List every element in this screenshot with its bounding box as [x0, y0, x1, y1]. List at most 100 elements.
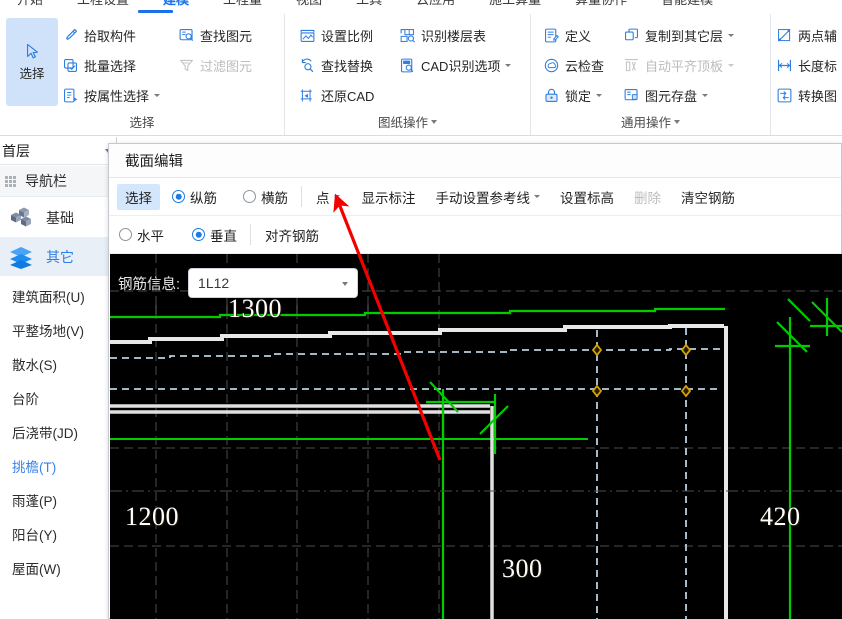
length-dimension-icon	[777, 59, 792, 71]
manual-reference-line-button[interactable]: 手动设置参考线	[429, 184, 548, 210]
chevron-down-icon	[534, 195, 540, 198]
navigation-bar-label: 导航栏	[25, 173, 67, 189]
ribbon-item-define[interactable]: 定义	[543, 22, 591, 48]
ribbon-item-pick-component[interactable]: 拾取构件	[62, 22, 136, 48]
copy-to-layer-icon	[624, 28, 639, 40]
ribbon-item-label: 自动平齐顶板	[645, 58, 724, 74]
ribbon-item-label: 过滤图元	[200, 58, 253, 74]
ribbon-tab[interactable]: 视图	[279, 0, 339, 11]
radio-label: 横筋	[261, 190, 288, 206]
ribbon-tab[interactable]: 工具	[339, 0, 399, 11]
sidebar-item-1[interactable]: 建筑面积(U)	[0, 279, 117, 313]
select-tool-button[interactable]: 选择	[6, 18, 58, 106]
floor-selector-dropdown[interactable]: 首层	[0, 137, 117, 165]
align-rebar-button[interactable]: 对齐钢筋	[258, 222, 326, 248]
ribbon-item-find-element[interactable]: 查找图元	[178, 22, 252, 48]
sidebar-item-5[interactable]: 后浇带(JD)	[0, 415, 117, 449]
dimension-label: 1200	[125, 502, 179, 531]
ribbon-tab[interactable]: 工程量	[206, 0, 279, 11]
toolbar-divider	[301, 186, 302, 207]
set-elevation-button[interactable]: 设置标高	[553, 184, 621, 210]
ribbon-group-title-text: 通用操作	[620, 116, 671, 130]
ribbon-tab[interactable]: 算量协作	[558, 0, 644, 11]
ribbon-tab[interactable]: 工程设置	[60, 0, 146, 11]
show-annotation-label: 显示标注	[361, 190, 416, 206]
dialog-title-text: 截面编辑	[125, 154, 183, 170]
ribbon-tab-strip: 开始工程设置建模工程量视图工具云应用施工算量算量协作智能建模	[0, 0, 842, 14]
radio-transverse-rebar[interactable]: 横筋	[237, 184, 294, 210]
point-tool-button[interactable]: 点	[309, 184, 347, 210]
radio-longitudinal-rebar[interactable]: 纵筋	[166, 184, 223, 210]
recognize-floor-table-icon	[400, 28, 415, 42]
chevron-down-icon	[728, 33, 735, 37]
sidebar-item-8[interactable]: 阳台(Y)	[0, 517, 117, 551]
ribbon-item-convert-element[interactable]: 转换图	[776, 82, 837, 108]
property-select-icon	[63, 88, 78, 102]
radio-dot-icon	[192, 228, 205, 241]
ribbon-group-title[interactable]: 图纸操作	[285, 112, 530, 131]
ribbon-item-find-replace[interactable]: 查找替换	[299, 52, 373, 78]
rebar-info-value: 1L12	[198, 275, 230, 291]
show-annotation-button[interactable]: 显示标注	[355, 184, 423, 210]
eyedropper-icon	[66, 28, 78, 40]
align-rebar-label: 对齐钢筋	[265, 228, 319, 244]
ribbon-item-cad-recognize-options[interactable]: CAD识别选项	[399, 52, 512, 78]
sidebar-item-2[interactable]: 平整场地(V)	[0, 313, 117, 347]
chevron-down-icon	[342, 282, 349, 286]
ribbon-item-save-element[interactable]: 图元存盘	[623, 82, 709, 108]
ribbon-item-restore-cad[interactable]: 还原CAD	[299, 82, 374, 108]
rebar-info-dropdown[interactable]: 1L12	[188, 268, 359, 298]
ribbon-tab[interactable]: 云应用	[399, 0, 472, 11]
radio-label: 垂直	[210, 228, 237, 244]
dimension-tick-markers	[775, 298, 842, 619]
ribbon-group-title[interactable]: 通用操作	[531, 112, 770, 131]
select-mode-button[interactable]: 选择	[117, 183, 160, 210]
ribbon-tab[interactable]: 施工算量	[472, 0, 558, 11]
dialog-toolbar-row-2: 水平 垂直 对齐钢筋	[109, 216, 841, 254]
navigation-bar-header[interactable]: 导航栏	[0, 166, 117, 197]
ribbon-item-label: 定义	[565, 28, 592, 44]
ribbon-item-set-scale[interactable]: 设置比例	[299, 22, 373, 48]
sidebar-item-7[interactable]: 雨蓬(P)	[0, 483, 117, 517]
ribbon-item-cloud-check[interactable]: 云检查	[543, 52, 604, 78]
dimension-label: 420	[760, 502, 801, 531]
sidebar-category-foundation[interactable]: 基础	[0, 198, 117, 237]
section-drawing-canvas[interactable]: 钢筋信息: 1L12 1300 1200 300 420	[110, 254, 842, 619]
dimension-label: 300	[502, 554, 543, 583]
sidebar-item-4[interactable]: 台阶	[0, 381, 117, 415]
scale-icon	[300, 29, 315, 42]
toolbar-divider	[250, 224, 251, 245]
ribbon-group-select: 选择 拾取构件 批量选择 按属性选择 查找图元 过滤图元 选择	[0, 14, 285, 135]
ribbon-item-copy-to-other-layer[interactable]: 复制到其它层	[623, 22, 735, 48]
grip-dots-icon	[5, 175, 16, 187]
chevron-down-icon	[333, 195, 340, 198]
ribbon-item-batch-select[interactable]: 批量选择	[62, 52, 136, 78]
ribbon-item-recognize-floor-table[interactable]: 识别楼层表	[399, 22, 486, 48]
left-navigation-panel: 首层 导航栏 基础 其它 建筑面积(U) 平整场地(V) 散水(S) 台阶 后浇…	[0, 137, 117, 619]
ribbon-tab[interactable]: 开始	[0, 0, 60, 11]
sidebar-category-other[interactable]: 其它	[0, 237, 117, 276]
ribbon-item-select-by-property[interactable]: 按属性选择	[62, 82, 161, 108]
sidebar-item-3[interactable]: 散水(S)	[0, 347, 117, 381]
ribbon-item-length-dimension[interactable]: 长度标	[776, 52, 837, 78]
ribbon-item-label: 设置比例	[321, 28, 374, 44]
ribbon-item-label: 还原CAD	[321, 88, 375, 104]
radio-vertical[interactable]: 垂直	[186, 222, 243, 248]
application-window: 开始工程设置建模工程量视图工具云应用施工算量算量协作智能建模 选择 拾取构件	[0, 0, 842, 619]
sidebar-item-9[interactable]: 屋面(W)	[0, 551, 117, 585]
find-element-icon	[179, 28, 194, 41]
ribbon-tab[interactable]: 智能建模	[644, 0, 730, 11]
ribbon-item-label: 锁定	[565, 88, 592, 104]
ribbon-item-label: 图元存盘	[645, 88, 698, 104]
dialog-toolbar-row-1: 选择 纵筋 横筋 点 显示标注 手动设置参考线 设置标高 删除 清空钢筋	[109, 178, 841, 216]
chevron-down-icon	[431, 119, 437, 124]
cloud-check-icon	[544, 58, 559, 72]
ribbon-group-drawing-ops: 设置比例 查找替换 还原CAD 识别楼层表 CAD识别选项 图纸操作	[285, 14, 531, 135]
sidebar-item-6[interactable]: 挑檐(T)	[0, 449, 117, 483]
select-tool-label: 选择	[19, 66, 45, 81]
delete-button: 删除	[627, 184, 668, 210]
ribbon-item-lock[interactable]: 锁定	[543, 82, 603, 108]
radio-horizontal[interactable]: 水平	[113, 222, 170, 248]
clear-rebar-button[interactable]: 清空钢筋	[674, 184, 742, 210]
ribbon-item-two-point-aux[interactable]: 两点辅	[776, 22, 837, 48]
